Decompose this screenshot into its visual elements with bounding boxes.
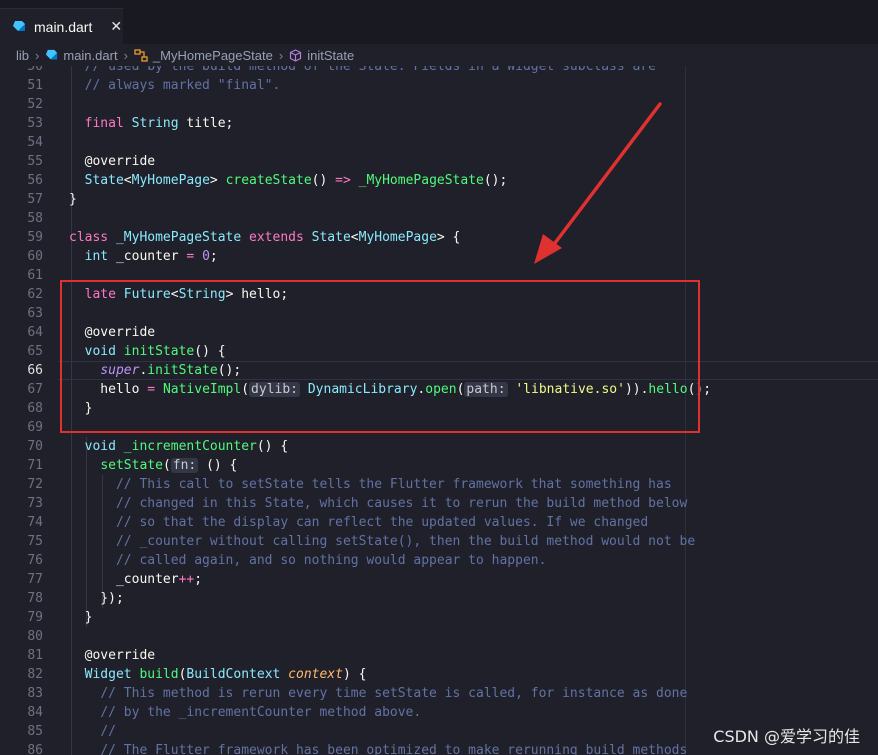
- annotation-arrow: [534, 102, 662, 264]
- watermark: CSDN @爱学习的佳: [713, 727, 860, 746]
